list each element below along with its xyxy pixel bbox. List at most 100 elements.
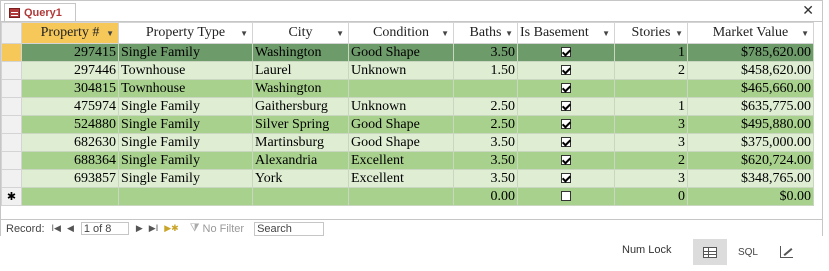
cell-city[interactable]: Washington: [252, 43, 349, 62]
table-row[interactable]: 475974 Single Family Gaithersburg Unknown 2.…: [1, 97, 814, 116]
cell-property-number[interactable]: 524880: [21, 115, 119, 134]
cell-condition[interactable]: Good Shape: [348, 115, 454, 134]
cell-baths[interactable]: 1.50: [453, 61, 518, 80]
column-header-stories[interactable]: Stories ▼: [614, 22, 688, 44]
column-header-property-type[interactable]: Property Type ▼: [118, 22, 253, 44]
cell-condition[interactable]: Good Shape: [348, 43, 454, 62]
column-header-condition[interactable]: Condition ▼: [348, 22, 454, 44]
table-row[interactable]: 304815 Townhouse Washington $465,660.00: [1, 79, 814, 98]
cell-is-basement[interactable]: [517, 43, 615, 62]
cell-is-basement[interactable]: [517, 187, 615, 206]
table-row[interactable]: 297446 Townhouse Laurel Unknown 1.50 2 $458,62…: [1, 61, 814, 80]
cell-stories[interactable]: [614, 79, 688, 98]
cell-property-type[interactable]: Single Family: [118, 43, 253, 62]
cell-city[interactable]: Laurel: [252, 61, 349, 80]
record-selector[interactable]: [1, 61, 22, 80]
close-icon[interactable]: ✕: [802, 3, 814, 17]
cell-property-type[interactable]: [118, 187, 253, 206]
table-row[interactable]: 524880 Single Family Silver Spring Good Sha…: [1, 115, 814, 134]
basement-checkbox[interactable]: [561, 137, 571, 148]
chevron-down-icon[interactable]: ▼: [602, 29, 610, 38]
search-input[interactable]: Search: [254, 221, 325, 236]
cell-property-number[interactable]: 693857: [21, 169, 119, 188]
cell-city[interactable]: Washington: [252, 79, 349, 98]
cell-property-type[interactable]: Townhouse: [118, 79, 253, 98]
cell-city[interactable]: Silver Spring: [252, 115, 349, 134]
cell-stories[interactable]: 2: [614, 61, 688, 80]
cell-is-basement[interactable]: [517, 133, 615, 152]
cell-baths[interactable]: 3.50: [453, 43, 518, 62]
cell-property-number[interactable]: 297415: [21, 43, 119, 62]
basement-checkbox[interactable]: [561, 65, 571, 76]
cell-condition[interactable]: Excellent: [348, 169, 454, 188]
cell-stories[interactable]: 3: [614, 115, 688, 134]
cell-is-basement[interactable]: [517, 151, 615, 170]
cell-property-type[interactable]: Single Family: [118, 97, 253, 116]
record-selector[interactable]: [1, 169, 22, 188]
column-header-property[interactable]: Property # ▼: [21, 22, 119, 44]
record-selector[interactable]: [1, 133, 22, 152]
chevron-down-icon[interactable]: ▼: [106, 29, 114, 38]
cell-market-value[interactable]: $495,880.00: [687, 115, 814, 134]
next-record-icon[interactable]: ▶: [136, 223, 143, 234]
cell-condition[interactable]: [348, 187, 454, 206]
cell-market-value[interactable]: $785,620.00: [687, 43, 814, 62]
cell-property-number[interactable]: 304815: [21, 79, 119, 98]
cell-property-type[interactable]: Single Family: [118, 133, 253, 152]
cell-property-number[interactable]: [21, 187, 119, 206]
chevron-down-icon[interactable]: ▼: [240, 29, 248, 38]
cell-city[interactable]: [252, 187, 349, 206]
previous-record-icon[interactable]: ◀: [67, 223, 74, 234]
table-row[interactable]: 688364 Single Family Alexandria Excellent 3.…: [1, 151, 814, 170]
last-record-icon[interactable]: ▶I: [149, 223, 158, 234]
record-selector[interactable]: [1, 79, 22, 98]
chevron-down-icon[interactable]: ▼: [801, 29, 809, 38]
basement-checkbox[interactable]: [561, 101, 571, 112]
cell-stories[interactable]: 1: [614, 97, 688, 116]
sql-view-button[interactable]: SQL: [731, 239, 765, 265]
cell-market-value[interactable]: $375,000.00: [687, 133, 814, 152]
new-record-icon[interactable]: ▶✱: [164, 223, 178, 234]
cell-condition[interactable]: [348, 79, 454, 98]
cell-property-type[interactable]: Single Family: [118, 169, 253, 188]
cell-condition[interactable]: Unknown: [348, 61, 454, 80]
cell-stories[interactable]: 3: [614, 169, 688, 188]
table-row[interactable]: 297415 Single Family Washington Good Shape 3…: [1, 43, 814, 62]
chevron-down-icon[interactable]: ▼: [675, 29, 683, 38]
cell-market-value[interactable]: $348,765.00: [687, 169, 814, 188]
column-header-baths[interactable]: Baths ▼: [453, 22, 518, 44]
select-all-corner[interactable]: [1, 22, 22, 44]
cell-baths[interactable]: 0.00: [453, 187, 518, 206]
cell-baths[interactable]: [453, 79, 518, 98]
first-record-icon[interactable]: I◀: [52, 223, 61, 234]
cell-is-basement[interactable]: [517, 79, 615, 98]
cell-stories[interactable]: 3: [614, 133, 688, 152]
current-record-field[interactable]: 1 of 8: [80, 222, 129, 235]
cell-property-type[interactable]: Single Family: [118, 151, 253, 170]
datasheet-view-button[interactable]: [693, 239, 727, 265]
cell-city[interactable]: Alexandria: [252, 151, 349, 170]
cell-property-type[interactable]: Townhouse: [118, 61, 253, 80]
new-record-row[interactable]: ✱ 0.00 0 $0.00: [1, 187, 814, 206]
cell-baths[interactable]: 3.50: [453, 169, 518, 188]
cell-condition[interactable]: Good Shape: [348, 133, 454, 152]
record-selector[interactable]: [1, 151, 22, 170]
cell-stories[interactable]: 0: [614, 187, 688, 206]
design-view-button[interactable]: [769, 239, 803, 265]
cell-is-basement[interactable]: [517, 61, 615, 80]
no-filter-button[interactable]: ⧩ No Filter: [190, 222, 244, 235]
basement-checkbox[interactable]: [561, 155, 571, 166]
cell-property-number[interactable]: 475974: [21, 97, 119, 116]
cell-condition[interactable]: Excellent: [348, 151, 454, 170]
record-selector[interactable]: [1, 43, 22, 62]
cell-city[interactable]: Martinsburg: [252, 133, 349, 152]
record-selector[interactable]: [1, 97, 22, 116]
column-header-city[interactable]: City ▼: [252, 22, 349, 44]
cell-market-value[interactable]: $458,620.00: [687, 61, 814, 80]
cell-is-basement[interactable]: [517, 115, 615, 134]
cell-market-value[interactable]: $620,724.00: [687, 151, 814, 170]
cell-property-number[interactable]: 682630: [21, 133, 119, 152]
cell-property-number[interactable]: 297446: [21, 61, 119, 80]
basement-checkbox[interactable]: [561, 191, 571, 202]
tab-query1[interactable]: Query1: [4, 3, 76, 21]
